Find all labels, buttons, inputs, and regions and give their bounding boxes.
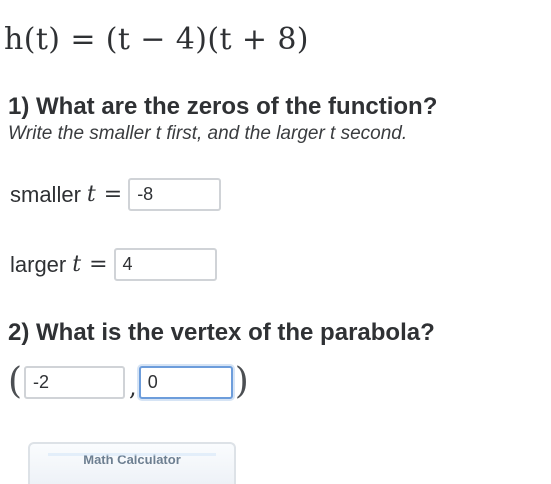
- smaller-zero-equals: =: [103, 182, 123, 207]
- larger-zero-equals: =: [89, 252, 108, 277]
- smaller-zero-value: -8: [137, 184, 154, 204]
- vertex-x-input[interactable]: -2: [24, 365, 126, 399]
- function-definition: h(t) = (t − 4)(t + 8): [4, 22, 309, 57]
- larger-zero-row: larger t = 4: [10, 248, 217, 281]
- question-1-heading: 1) What are the zeros of the function?: [8, 93, 438, 120]
- math-calculator-button-accent: [48, 453, 216, 456]
- vertex-x-value: -2: [33, 371, 50, 392]
- smaller-zero-row: smaller t = -8: [10, 178, 222, 211]
- smaller-zero-variable: t: [86, 182, 96, 207]
- larger-zero-label: larger: [10, 251, 67, 277]
- vertex-open-paren: (: [8, 361, 23, 402]
- smaller-zero-label: smaller: [10, 181, 81, 207]
- vertex-comma: ,: [129, 373, 137, 401]
- larger-zero-value: 4: [122, 254, 133, 274]
- smaller-zero-input[interactable]: -8: [128, 178, 222, 211]
- vertex-y-value: 0: [147, 371, 158, 392]
- vertex-y-input[interactable]: 0: [138, 365, 233, 399]
- vertex-answer-row: ( -2 , 0 ): [8, 361, 249, 402]
- vertex-close-paren: ): [234, 361, 249, 402]
- question-1-instruction: Write the smaller t first, and the large…: [8, 123, 408, 144]
- question-2-heading: 2) What is the vertex of the parabola?: [8, 319, 435, 346]
- larger-zero-input[interactable]: 4: [113, 248, 217, 281]
- larger-zero-variable: t: [72, 252, 82, 277]
- math-calculator-button[interactable]: Math Calculator: [28, 442, 236, 484]
